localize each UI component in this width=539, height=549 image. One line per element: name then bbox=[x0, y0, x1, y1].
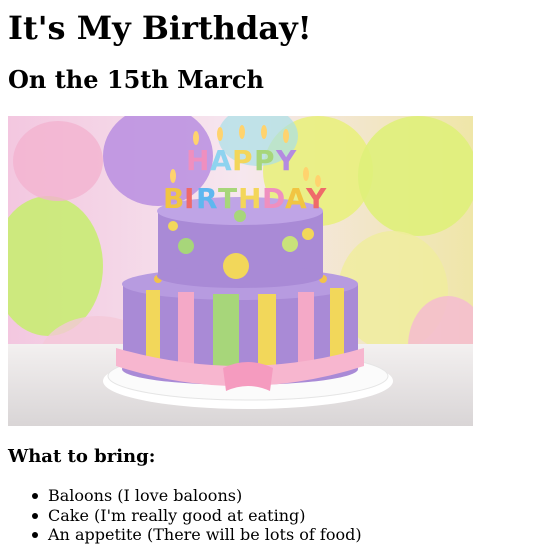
svg-text:H: H bbox=[238, 182, 261, 215]
what-to-bring-heading: What to bring: bbox=[8, 446, 156, 467]
svg-text:B: B bbox=[163, 182, 184, 215]
svg-text:T: T bbox=[218, 182, 237, 215]
list-item: Cake (I'm really good at eating) bbox=[32, 506, 362, 526]
svg-text:Y: Y bbox=[275, 144, 297, 177]
svg-text:D: D bbox=[262, 182, 285, 215]
svg-text:P: P bbox=[232, 144, 253, 177]
svg-text:H: H bbox=[186, 144, 209, 177]
page-subtitle: On the 15th March bbox=[8, 65, 264, 94]
bring-list: Baloons (I love baloons) Cake (I'm reall… bbox=[32, 486, 362, 545]
list-item-text: An appetite (There will be lots of food) bbox=[48, 525, 362, 544]
bullet-icon bbox=[32, 493, 38, 499]
page-title: It's My Birthday! bbox=[8, 9, 312, 47]
bullet-icon bbox=[32, 512, 38, 519]
list-item: Baloons (I love baloons) bbox=[32, 486, 362, 506]
list-item-text: Cake (I'm really good at eating) bbox=[48, 505, 306, 525]
svg-text:I: I bbox=[184, 182, 194, 215]
list-item: An appetite (There will be lots of food) bbox=[32, 525, 362, 545]
svg-text:P: P bbox=[254, 144, 275, 177]
birthday-cake-image: H A P P Y B I R T H D A Y bbox=[8, 116, 473, 426]
list-item-text: Baloons (I love baloons) bbox=[48, 486, 243, 505]
svg-text:A: A bbox=[285, 182, 307, 215]
svg-text:A: A bbox=[210, 144, 232, 177]
bullet-icon bbox=[32, 532, 38, 538]
svg-text:R: R bbox=[196, 182, 218, 215]
svg-text:Y: Y bbox=[305, 182, 327, 215]
